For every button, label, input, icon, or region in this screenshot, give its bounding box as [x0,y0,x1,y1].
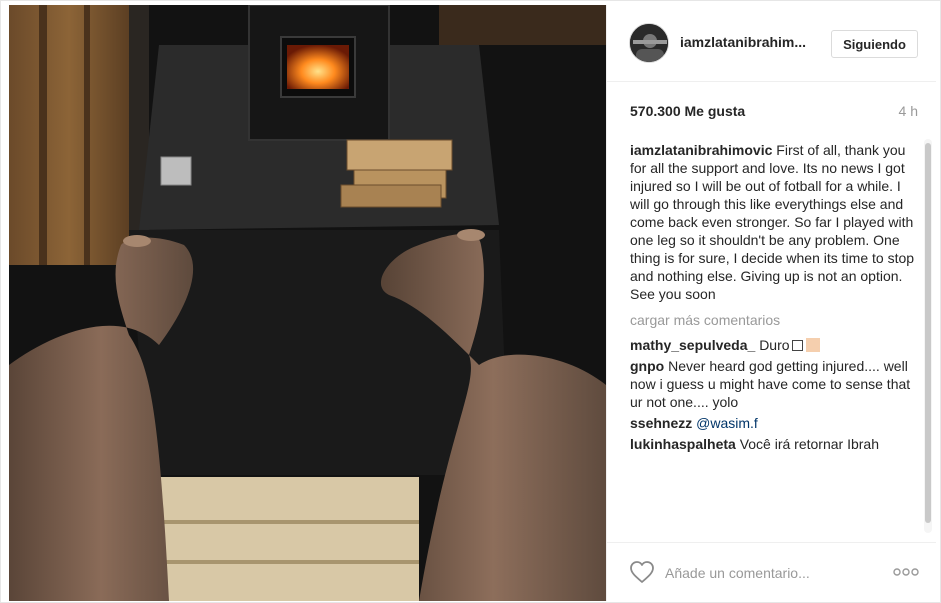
emoji-glyph [805,338,820,352]
likes-count[interactable]: 570.300 Me gusta [630,103,745,119]
post-username[interactable]: iamzlatanibrahim... [680,34,806,50]
comment-item: lukinhaspalheta Você irá retornar Ibrah [630,435,918,453]
more-options-icon[interactable] [893,567,919,577]
add-comment-input[interactable] [665,562,865,584]
scrollbar-thumb[interactable] [925,143,931,523]
post-modal: iamzlatanibrahim... Siguiendo 570.300 Me… [0,0,941,603]
comment-username[interactable]: ssehnezz [630,415,692,431]
avatar[interactable] [629,23,669,63]
post-time[interactable]: 4 h [899,103,918,119]
heart-icon[interactable] [629,560,655,584]
comments-scrollbar[interactable] [924,139,932,533]
comments-list: iamzlatanibrahimovic First of all, thank… [630,141,918,539]
comment-mention-link[interactable]: @wasim.f [696,415,758,431]
post-header: iamzlatanibrahim... Siguiendo [607,5,936,82]
comment-item: ssehnezz @wasim.f [630,414,918,432]
comment-text: Você irá retornar Ibrah [739,436,879,452]
post-photo[interactable] [9,5,606,601]
comment-text: Never heard god getting injured.... well… [630,358,911,410]
following-button[interactable]: Siguiendo [831,30,918,58]
caption-text: First of all, thank you for all the supp… [630,142,915,302]
comment-text: Duro [759,337,790,353]
likes-row: 570.300 Me gusta 4 h [630,103,918,123]
load-more-comments-link[interactable]: cargar más comentarios [630,311,918,329]
post-photo-drawing [9,5,606,601]
avatar-image [630,24,668,62]
post-footer [607,542,936,601]
comment-item: gnpo Never heard god getting injured....… [630,357,918,411]
comment-item: mathy_sepulveda_ Duro [630,336,918,354]
comment-username[interactable]: mathy_sepulveda_ [630,337,755,353]
caption-username[interactable]: iamzlatanibrahimovic [630,142,772,158]
post-side-panel: iamzlatanibrahim... Siguiendo 570.300 Me… [606,5,936,601]
comment-username[interactable]: lukinhaspalheta [630,436,736,452]
caption: iamzlatanibrahimovic First of all, thank… [630,141,918,303]
emoji-glyph [791,340,803,351]
comment-username[interactable]: gnpo [630,358,664,374]
